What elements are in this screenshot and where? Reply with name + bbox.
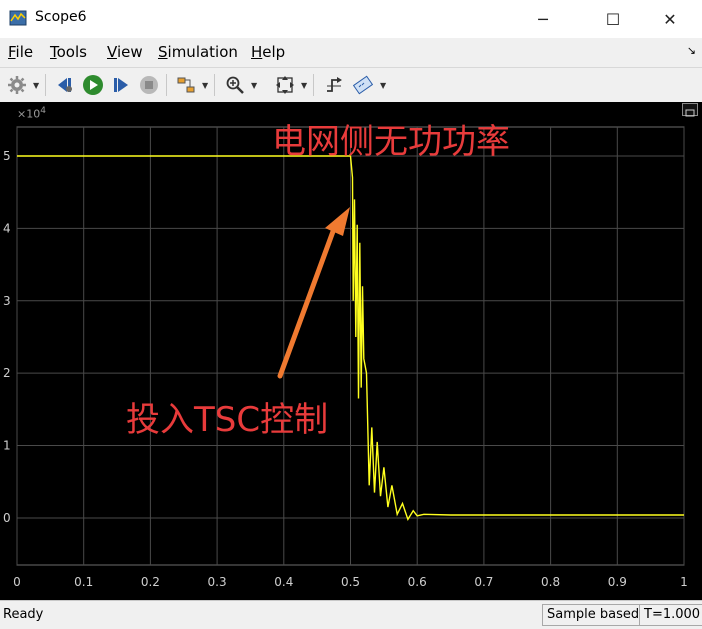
menu-simulation[interactable]: Simulation <box>158 43 238 61</box>
toolbar: ▼ ▼ ▼ ▼ ▼ <box>0 67 702 102</box>
restore-view-button[interactable] <box>682 103 698 117</box>
highlight-block-icon <box>177 77 195 93</box>
step-forward-button[interactable] <box>108 72 134 98</box>
menu-view[interactable]: View <box>107 43 143 61</box>
toolbar-separator <box>214 74 215 96</box>
cursor-measurements-button[interactable] <box>350 72 376 98</box>
stop-button[interactable] <box>136 72 162 98</box>
highlight-block-button[interactable] <box>173 72 199 98</box>
toolbar-separator <box>45 74 46 96</box>
step-back-icon <box>58 78 72 92</box>
menu-tools[interactable]: Tools <box>50 43 87 61</box>
triggers-button[interactable] <box>321 72 347 98</box>
zoom-dropdown-icon[interactable]: ▼ <box>251 81 257 90</box>
window-title: Scope6 <box>35 9 87 25</box>
autoscale-dropdown-icon[interactable]: ▼ <box>301 81 307 90</box>
restore-view-icon <box>685 109 695 117</box>
cursor-measurements-icon <box>353 75 373 95</box>
y-exponent-label: ×104 <box>17 106 46 121</box>
menu-help[interactable]: Help <box>251 43 285 61</box>
zoom-icon <box>226 76 244 94</box>
stop-icon <box>140 76 158 94</box>
settings-dropdown-icon[interactable]: ▼ <box>33 81 39 90</box>
time-indicator: T=1.000 <box>639 604 702 626</box>
scope-app-icon <box>9 10 27 26</box>
undock-arrow-icon[interactable]: ↘ <box>687 44 696 57</box>
autoscale-icon <box>276 76 294 94</box>
zoom-button[interactable] <box>222 72 248 98</box>
title-bar: Scope6 ─ ☐ ✕ <box>0 0 702 38</box>
minimize-button[interactable]: ─ <box>520 0 566 38</box>
sample-mode-indicator: Sample based <box>542 604 645 626</box>
autoscale-button[interactable] <box>272 72 298 98</box>
status-ready: Ready <box>3 607 44 622</box>
step-back-button[interactable] <box>52 72 78 98</box>
toolbar-separator <box>166 74 167 96</box>
step-forward-icon <box>114 78 128 92</box>
highlight-dropdown-icon[interactable]: ▼ <box>202 81 208 90</box>
run-icon <box>83 75 103 95</box>
maximize-icon: ☐ <box>605 9 621 29</box>
menu-bar: File Tools View Simulation Help <box>0 38 702 66</box>
settings-button[interactable] <box>4 72 30 98</box>
triggers-icon <box>327 77 342 92</box>
run-button[interactable] <box>80 72 106 98</box>
measurements-dropdown-icon[interactable]: ▼ <box>380 81 386 90</box>
annotation-grid-reactive-power: 电网侧无功功率 <box>272 122 510 162</box>
scope-plot-area[interactable] <box>0 102 702 600</box>
close-button[interactable]: ✕ <box>647 0 693 38</box>
menu-file[interactable]: File <box>8 43 33 61</box>
toolbar-separator <box>313 74 314 96</box>
status-bar: Ready Sample based T=1.000 <box>0 600 702 629</box>
minimize-icon: ─ <box>538 9 548 29</box>
maximize-button[interactable]: ☐ <box>590 0 636 38</box>
annotation-tsc-control: 投入TSC控制 <box>126 400 329 440</box>
settings-icon <box>8 76 26 94</box>
close-icon: ✕ <box>663 9 677 29</box>
